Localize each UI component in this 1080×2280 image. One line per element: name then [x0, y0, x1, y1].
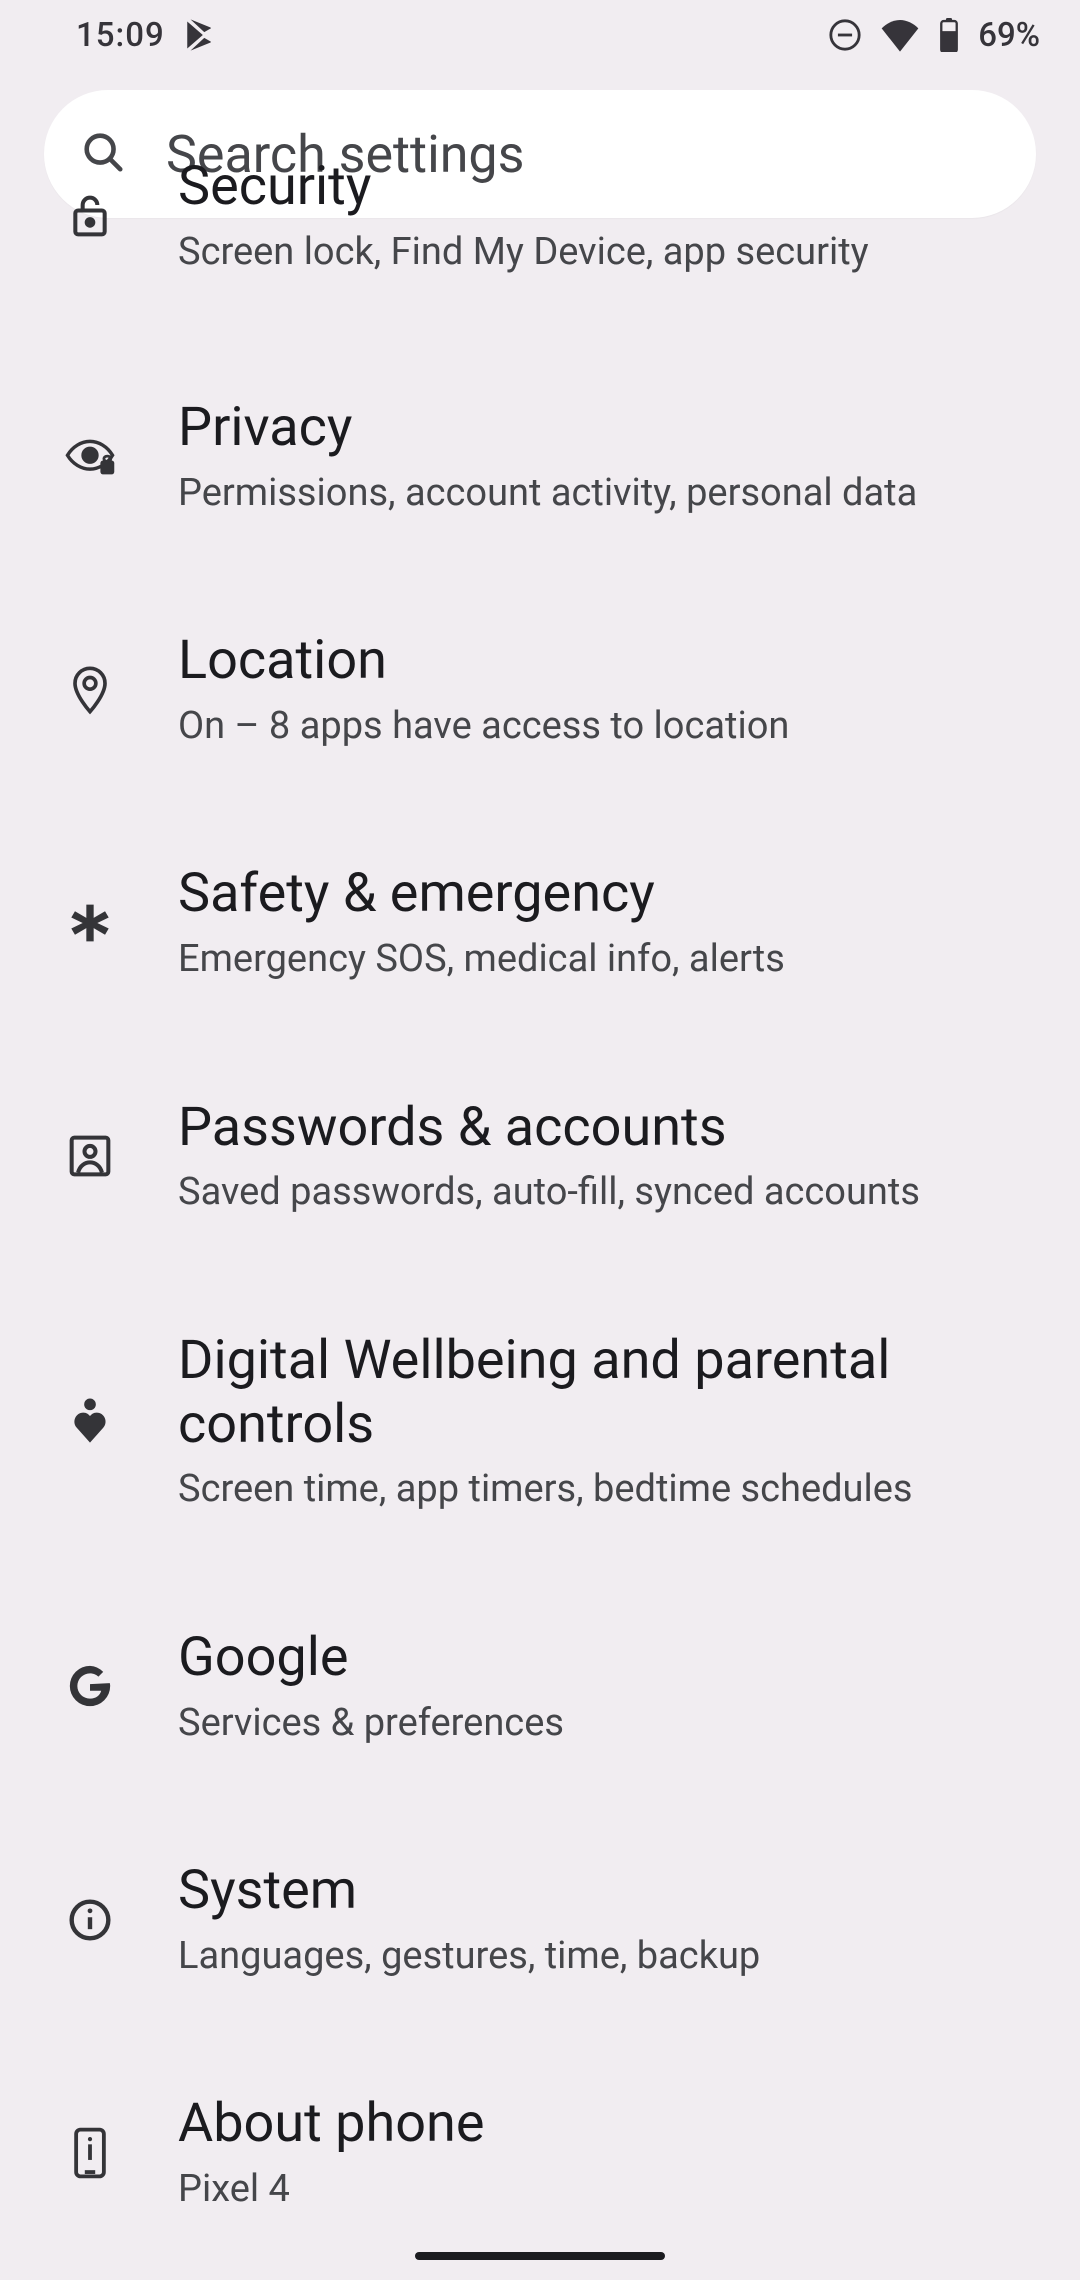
settings-item-google[interactable]: Google Services & preferences — [0, 1570, 1080, 1803]
settings-item-title: About phone — [178, 2092, 485, 2156]
settings-item-title: Location — [178, 629, 789, 693]
wifi-icon — [880, 18, 920, 52]
settings-item-subtitle: Screen lock, Find My Device, app securit… — [178, 229, 869, 277]
wellbeing-icon — [62, 1396, 118, 1446]
status-clock: 15:09 — [76, 16, 165, 55]
dnd-icon — [828, 18, 862, 52]
settings-item-subtitle: Emergency SOS, medical info, alerts — [178, 936, 785, 984]
settings-item-privacy[interactable]: Privacy Permissions, account activity, p… — [0, 340, 1080, 573]
settings-item-title: System — [178, 1859, 760, 1923]
phone-icon — [62, 2127, 118, 2179]
settings-item-subtitle: Permissions, account activity, personal … — [178, 470, 917, 518]
info-icon — [62, 1898, 118, 1942]
location-icon — [62, 665, 118, 715]
settings-item-subtitle: Services & preferences — [178, 1700, 564, 1748]
settings-item-subtitle: Saved passwords, auto-fill, synced accou… — [178, 1169, 920, 1217]
settings-item-title: Google — [178, 1626, 564, 1690]
settings-item-title: Security — [178, 155, 869, 219]
privacy-icon — [62, 437, 118, 477]
settings-item-subtitle: Screen time, app timers, bedtime schedul… — [178, 1466, 998, 1514]
battery-percentage: 69% — [978, 16, 1040, 55]
settings-item-security[interactable]: Security Screen lock, Find My Device, ap… — [0, 140, 1080, 340]
battery-icon — [938, 18, 960, 52]
settings-item-about-phone[interactable]: About phone Pixel 4 — [0, 2036, 1080, 2269]
settings-list[interactable]: Security Screen lock, Find My Device, ap… — [0, 208, 1080, 2280]
settings-item-title: Passwords & accounts — [178, 1096, 920, 1160]
play-store-icon — [183, 18, 217, 52]
settings-item-passwords-accounts[interactable]: Passwords & accounts Saved passwords, au… — [0, 1040, 1080, 1273]
settings-item-title: Privacy — [178, 396, 917, 460]
settings-item-location[interactable]: Location On – 8 apps have access to loca… — [0, 573, 1080, 806]
settings-item-system[interactable]: System Languages, gestures, time, backup — [0, 1803, 1080, 2036]
account-icon — [62, 1134, 118, 1178]
home-gesture-bar[interactable] — [415, 2252, 665, 2260]
settings-item-digital-wellbeing[interactable]: Digital Wellbeing and parental controls … — [0, 1273, 1080, 1570]
settings-item-subtitle: Languages, gestures, time, backup — [178, 1933, 760, 1981]
settings-item-safety-emergency[interactable]: Safety & emergency Emergency SOS, medica… — [0, 806, 1080, 1039]
settings-item-title: Safety & emergency — [178, 862, 785, 926]
google-icon — [62, 1664, 118, 1708]
asterisk-icon — [62, 901, 118, 945]
settings-item-subtitle: Pixel 4 — [178, 2166, 485, 2214]
settings-item-title: Digital Wellbeing and parental controls — [178, 1329, 998, 1456]
lock-icon — [62, 192, 118, 240]
settings-item-subtitle: On – 8 apps have access to location — [178, 703, 789, 751]
status-bar: 15:09 69% — [0, 0, 1080, 70]
